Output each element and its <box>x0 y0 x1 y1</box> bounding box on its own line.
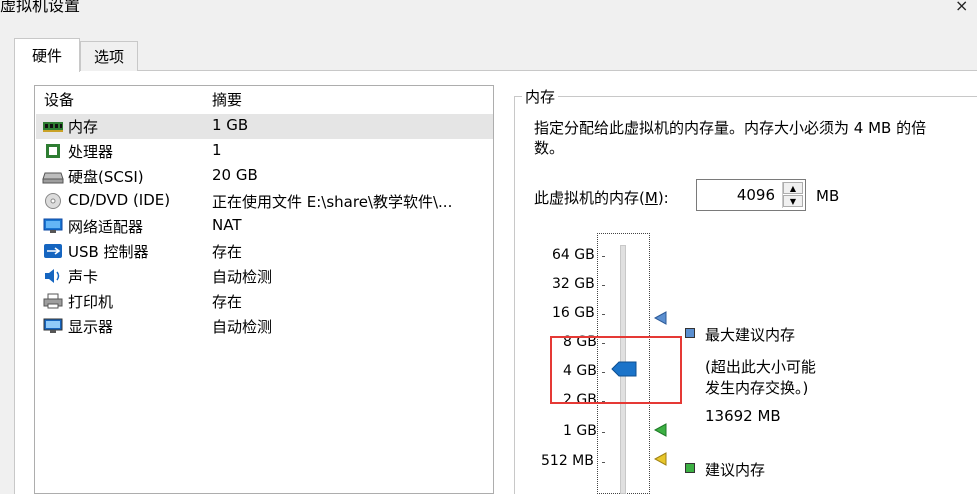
slider-tick <box>602 285 605 286</box>
printer-icon <box>43 293 63 309</box>
device-name: 网络适配器 <box>68 218 144 236</box>
close-icon[interactable]: × <box>955 0 968 15</box>
slider-label-512mb: 512 MB <box>541 453 594 469</box>
device-name: 显示器 <box>68 318 114 336</box>
hard-disk-icon <box>42 172 64 184</box>
device-summary: 1 <box>212 141 222 159</box>
slider-tick <box>602 462 605 463</box>
device-row-printer[interactable]: 打印机 存在 <box>36 289 493 314</box>
device-name: 硬盘(SCSI) <box>68 168 144 186</box>
device-row-usb[interactable]: USB 控制器 存在 <box>36 239 493 264</box>
device-summary: 正在使用文件 E:\share\教学软件\... <box>212 193 453 211</box>
slider-tick <box>602 256 605 257</box>
monitor-icon <box>43 318 63 333</box>
max-recommended-legend-icon <box>685 328 695 338</box>
summary-column-header[interactable]: 摘要 <box>212 89 242 110</box>
memory-icon <box>43 122 63 132</box>
device-summary: 20 GB <box>212 166 258 184</box>
cd-dvd-icon <box>45 193 61 209</box>
device-name: 内存 <box>68 118 99 136</box>
device-row-network-adapter[interactable]: 网络适配器 NAT <box>36 214 493 239</box>
device-row-hard-disk[interactable]: 硬盘(SCSI) 20 GB <box>36 164 493 189</box>
max-recommended-label: 最大建议内存 <box>705 326 796 344</box>
memory-group-label: 内存 <box>522 86 559 107</box>
device-name: 处理器 <box>68 143 114 161</box>
tab-options[interactable]: 选项 <box>80 41 138 71</box>
memory-description: 指定分配给此虚拟机的内存量。内存大小必须为 4 MB 的倍数。 <box>534 119 927 157</box>
slider-label-1gb: 1 GB <box>563 423 597 439</box>
spin-down-icon[interactable]: ▼ <box>783 195 803 207</box>
slider-label-64gb: 64 GB <box>552 247 595 263</box>
device-row-cd-dvd[interactable]: CD/DVD (IDE) 正在使用文件 E:\share\教学软件\... <box>36 189 493 214</box>
device-name: 声卡 <box>68 268 99 286</box>
memory-spinner[interactable]: ▲ ▼ <box>782 182 803 208</box>
speaker-icon <box>45 269 60 283</box>
tab-hardware[interactable]: 硬件 <box>14 38 80 72</box>
recommended-marker-icon <box>654 423 667 437</box>
memory-unit-label: MB <box>816 187 840 205</box>
max-recommended-value: 13692 MB <box>705 407 781 425</box>
guest-os-marker-icon <box>654 452 667 466</box>
max-recommended-note-line2: 发生内存交换。) <box>705 379 809 397</box>
device-summary: 存在 <box>212 293 243 311</box>
window-title: 虚拟机设置 <box>0 0 81 15</box>
device-row-memory[interactable]: 内存 1 GB <box>36 114 493 139</box>
slider-label-16gb: 16 GB <box>552 305 595 321</box>
slider-tick <box>602 314 605 315</box>
max-recommended-marker-icon <box>654 311 667 325</box>
device-row-display[interactable]: 显示器 自动检测 <box>36 314 493 339</box>
device-summary: 自动检测 <box>212 318 273 336</box>
memory-size-input[interactable]: 4096 ▲ ▼ <box>696 179 806 211</box>
device-row-processor[interactable]: 处理器 1 <box>36 139 493 164</box>
processor-icon <box>46 144 60 158</box>
recommended-legend-icon <box>685 463 695 473</box>
memory-size-value: 4096 <box>736 186 775 204</box>
recommended-label: 建议内存 <box>705 461 766 479</box>
slider-label-32gb: 32 GB <box>552 276 595 292</box>
spin-up-icon[interactable]: ▲ <box>783 182 803 194</box>
device-summary: 存在 <box>212 243 243 261</box>
device-row-sound-card[interactable]: 声卡 自动检测 <box>36 264 493 289</box>
device-summary: NAT <box>212 216 242 234</box>
device-name: USB 控制器 <box>68 243 149 261</box>
memory-field-label: 此虚拟机的内存(M): <box>534 189 669 207</box>
highlight-box <box>550 336 682 404</box>
device-summary: 自动检测 <box>212 268 273 286</box>
device-column-header[interactable]: 设备 <box>44 89 74 110</box>
device-name: 打印机 <box>68 293 114 311</box>
network-adapter-icon <box>43 218 63 233</box>
slider-tick <box>602 432 605 433</box>
usb-icon <box>44 244 62 258</box>
device-name: CD/DVD (IDE) <box>68 191 171 209</box>
device-summary: 1 GB <box>212 116 249 134</box>
max-recommended-note-line1: (超出此大小可能 <box>705 358 816 376</box>
